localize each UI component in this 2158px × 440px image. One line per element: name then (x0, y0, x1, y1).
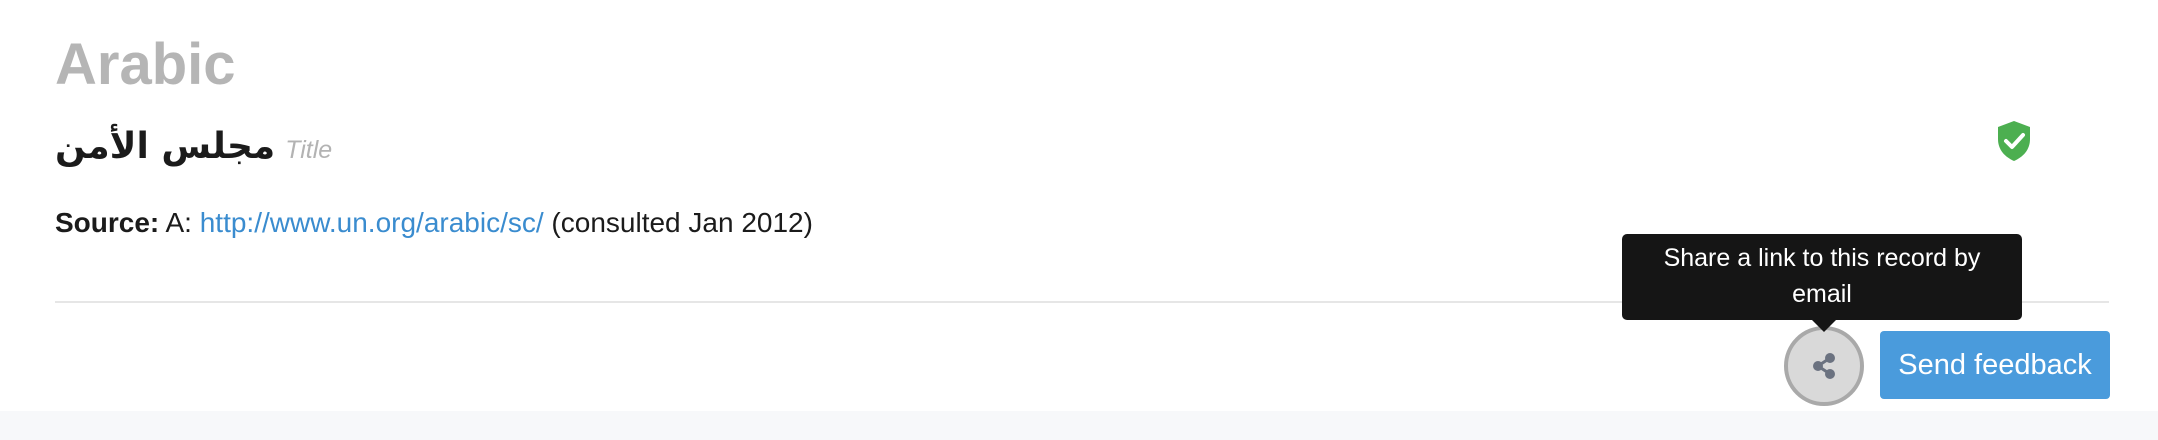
term-text: مجلس الأمن (55, 126, 276, 167)
shield-check-icon (1998, 121, 2030, 161)
source-row: Source: A: http://www.un.org/arabic/sc/ … (55, 203, 813, 243)
share-icon (1813, 353, 1835, 379)
source-prefix: A: (159, 207, 200, 238)
term-row: مجلس الأمن Title (55, 126, 332, 182)
term-type-label: Title (285, 136, 333, 164)
record-card: Arabic مجلس الأمن Title Source: A: http:… (0, 0, 2158, 411)
footer-band (0, 411, 2158, 440)
source-suffix: (consulted Jan 2012) (543, 207, 813, 238)
source-label: Source: (55, 207, 160, 238)
tooltip-arrow (1812, 320, 1836, 332)
share-tooltip: Share a link to this record by email (1622, 234, 2022, 320)
language-heading: Arabic (55, 32, 236, 97)
share-button[interactable] (1784, 326, 1864, 406)
source-link[interactable]: http://www.un.org/arabic/sc/ (200, 207, 544, 238)
send-feedback-button[interactable]: Send feedback (1880, 331, 2110, 399)
